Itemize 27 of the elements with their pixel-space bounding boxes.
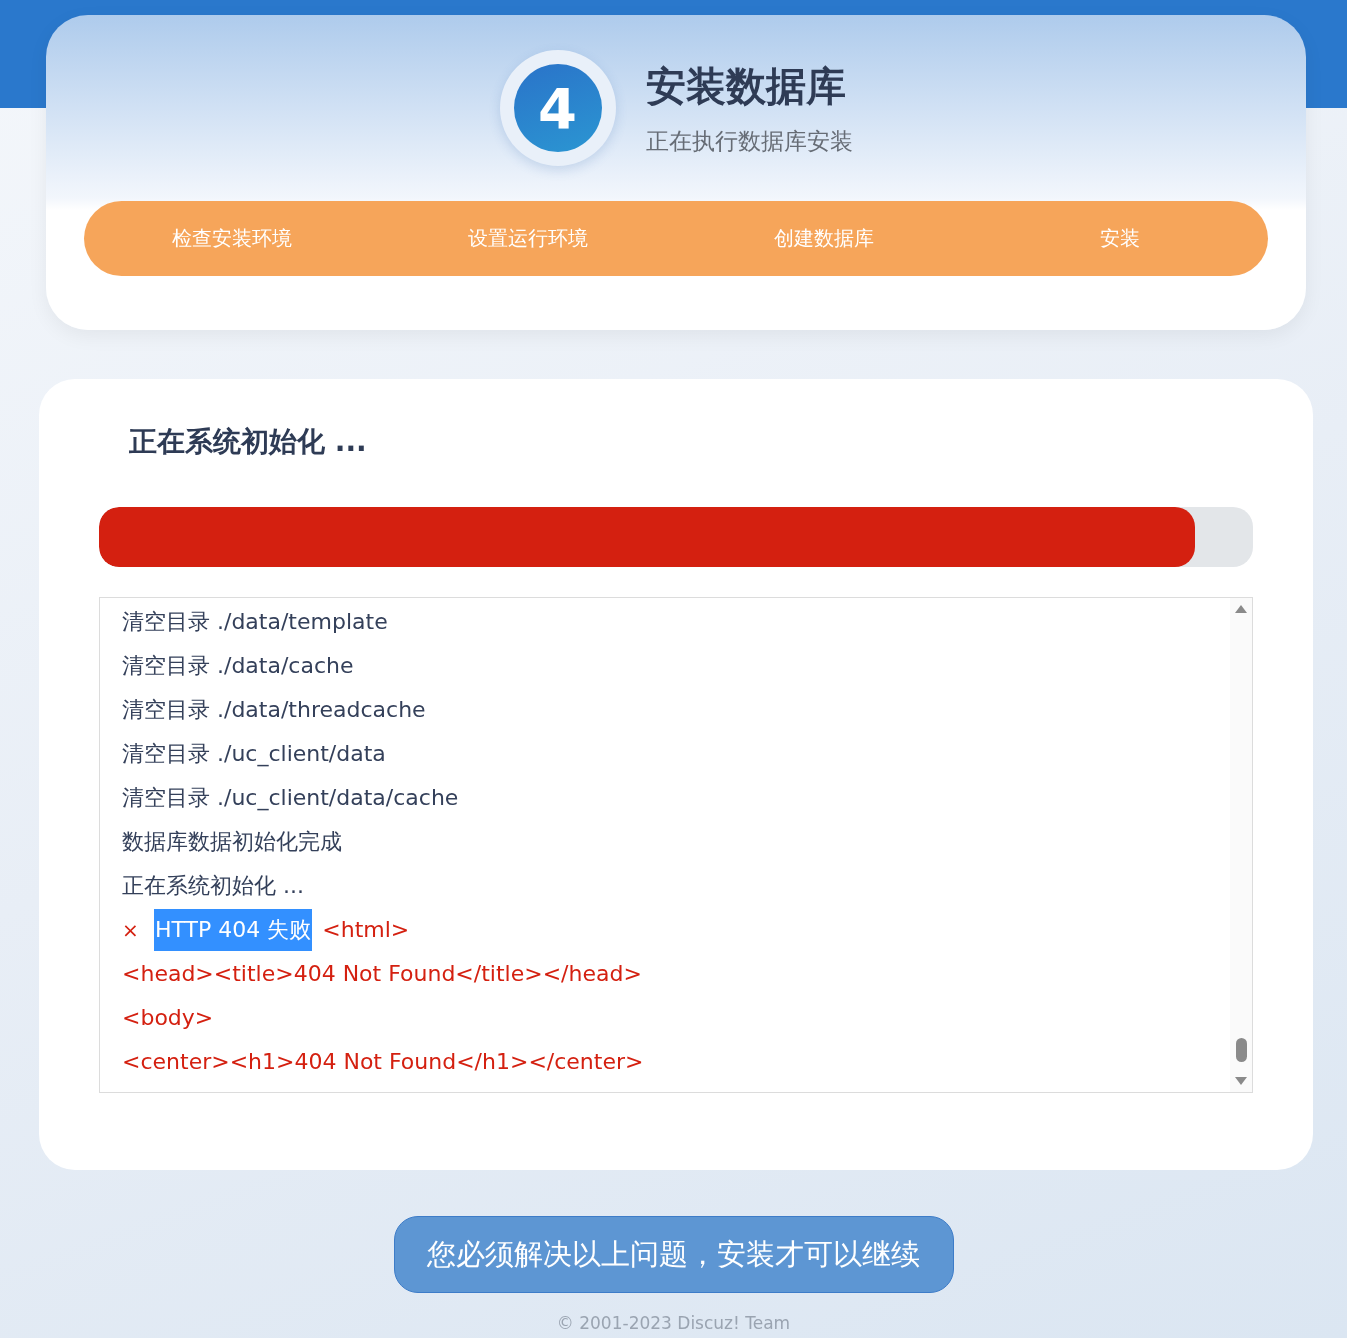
- scroll-up-icon[interactable]: [1234, 604, 1248, 614]
- page-subtitle: 正在执行数据库安装: [645, 127, 853, 156]
- log-line: <center><h1>404 Not Found</h1></center>: [122, 1048, 645, 1076]
- log-line: 清空目录 ./data/template: [122, 608, 389, 636]
- step-badge: 4: [499, 50, 616, 166]
- status-heading: 正在系统初始化 ...: [129, 424, 368, 460]
- step-label: 创建数据库: [773, 225, 875, 252]
- step-label: 安装: [1099, 225, 1141, 252]
- copyright: © 2001-2023 Discuz! Team: [555, 1313, 792, 1333]
- scrollbar[interactable]: [1230, 598, 1252, 1092]
- step-label: 设置运行环境: [467, 225, 589, 252]
- page-title: 安装数据库: [645, 62, 847, 111]
- scroll-down-icon[interactable]: [1234, 1076, 1248, 1086]
- log-line: <head><title>404 Not Found</title></head>: [122, 960, 643, 988]
- step-label: 检查安装环境: [171, 225, 293, 252]
- log-line: 正在系统初始化 ...: [122, 872, 305, 900]
- log-line: <body>: [122, 1004, 215, 1032]
- log-line: 清空目录 ./uc_client/data/cache: [122, 784, 460, 813]
- log-line: 数据库数据初始化完成: [122, 828, 343, 856]
- log-line: 清空目录 ./uc_client/data: [122, 740, 387, 769]
- notice-button[interactable]: 您必须解决以上问题，安装才可以继续: [393, 1216, 954, 1293]
- error-detail: <html>: [322, 916, 410, 944]
- scroll-thumb[interactable]: [1235, 1038, 1247, 1062]
- error-message: HTTP 404 失败: [154, 909, 313, 951]
- log-line: 清空目录 ./data/cache: [122, 652, 355, 680]
- log-line: 清空目录 ./data/threadcache: [122, 696, 427, 724]
- error-mark: ×: [122, 917, 140, 944]
